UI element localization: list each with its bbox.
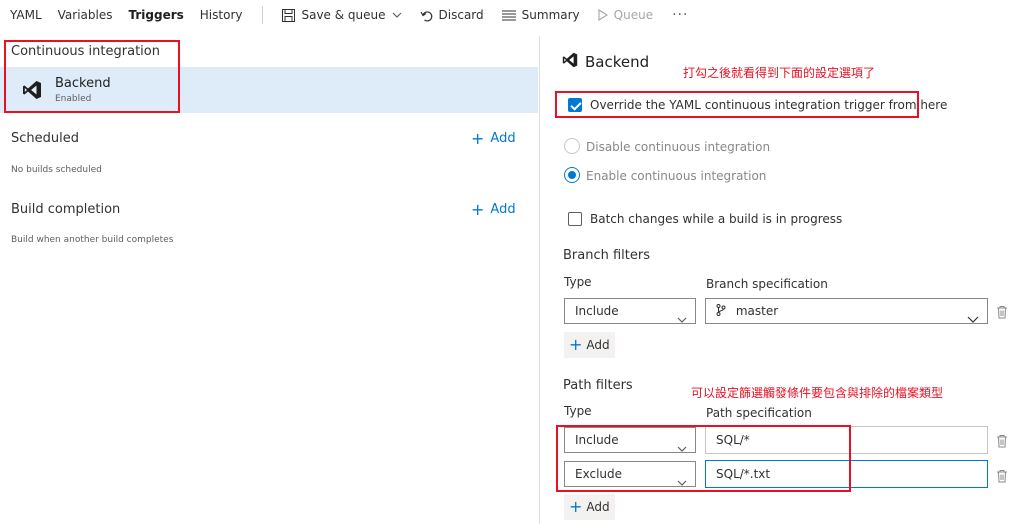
- branch-type-value: Include: [575, 304, 619, 318]
- annotation-text-top: 打勾之後就看得到下面的設定選項了: [683, 66, 876, 80]
- add-schedule-button[interactable]: + Add: [471, 129, 516, 148]
- build-completion-sub-text: Build when another build completes: [11, 235, 174, 245]
- plus-icon: +: [569, 497, 583, 516]
- path-type-header: Type: [564, 404, 592, 418]
- tab-variables[interactable]: Variables: [50, 0, 121, 30]
- path-spec-header: Path specification: [706, 406, 812, 420]
- branch-spec-header: Branch specification: [706, 277, 828, 291]
- add-path-filter-button[interactable]: + Add: [564, 494, 615, 520]
- queue-button[interactable]: Queue: [589, 0, 662, 30]
- save-icon: [282, 8, 296, 22]
- disable-ci-label: Disable continuous integration: [586, 140, 771, 154]
- annotation-box-override: [555, 91, 919, 118]
- batch-changes-checkbox[interactable]: [568, 212, 582, 226]
- annotation-box-path-filters: [556, 425, 851, 492]
- disable-ci-radio[interactable]: [564, 138, 580, 154]
- batch-changes-label[interactable]: Batch changes while a build is in progre…: [590, 212, 842, 226]
- chevron-down-icon: [392, 12, 402, 18]
- scheduled-section-title: Scheduled: [11, 131, 79, 146]
- build-completion-section-title: Build completion: [11, 202, 121, 217]
- delete-path-filter-icon[interactable]: [996, 433, 1010, 449]
- add-path-filter-label: Add: [586, 500, 610, 514]
- triggers-list-panel: Continuous integration Backend Enabled S…: [0, 36, 538, 524]
- panel-title: Backend: [585, 53, 650, 71]
- add-build-completion-button[interactable]: + Add: [471, 200, 516, 219]
- branch-type-dropdown[interactable]: Include: [564, 298, 696, 324]
- trigger-settings-panel: Backend 打勾之後就看得到下面的設定選項了 Override the YA…: [539, 36, 1024, 524]
- tab-triggers[interactable]: Triggers: [121, 0, 192, 30]
- plus-icon: +: [471, 129, 485, 148]
- branch-spec-value: master: [735, 304, 779, 318]
- add-branch-filter-label: Add: [586, 338, 610, 352]
- branch-filters-title: Branch filters: [563, 248, 651, 263]
- plus-icon: +: [569, 335, 583, 354]
- queue-label: Queue: [613, 8, 654, 22]
- annotation-box-ci: [4, 40, 180, 113]
- summary-label: Summary: [521, 8, 580, 22]
- top-bar: YAML Variables Triggers History Save & q…: [0, 0, 1024, 30]
- enable-ci-label: Enable continuous integration: [586, 169, 767, 183]
- discard-button[interactable]: Discard: [411, 0, 493, 30]
- save-queue-label: Save & queue: [301, 8, 386, 22]
- discard-label: Discard: [438, 8, 484, 22]
- add-branch-filter-button[interactable]: + Add: [564, 332, 615, 358]
- enable-ci-radio[interactable]: [564, 167, 580, 183]
- add-build-completion-label: Add: [490, 202, 516, 217]
- undo-icon: [420, 9, 433, 22]
- chevron-down-icon: [967, 307, 979, 331]
- delete-path-filter-icon[interactable]: [996, 468, 1010, 484]
- plus-icon: +: [471, 200, 485, 219]
- path-filters-title: Path filters: [563, 378, 633, 393]
- delete-branch-filter-icon[interactable]: [996, 304, 1010, 320]
- add-schedule-label: Add: [490, 131, 516, 146]
- branch-spec-dropdown[interactable]: master: [705, 298, 988, 324]
- chevron-down-icon: [677, 307, 687, 331]
- tab-yaml[interactable]: YAML: [0, 0, 50, 30]
- summary-button[interactable]: Summary: [493, 0, 589, 30]
- branch-icon: [716, 300, 726, 324]
- list-icon: [501, 10, 516, 21]
- scheduled-empty-text: No builds scheduled: [11, 165, 102, 175]
- tab-history[interactable]: History: [192, 0, 251, 30]
- visual-studio-logo-icon: [562, 52, 578, 68]
- annotation-text-path: 可以設定篩選觸發條件要包含與排除的檔案類型: [691, 386, 944, 400]
- more-options-icon[interactable]: ···: [662, 7, 698, 23]
- save-queue-button[interactable]: Save & queue: [273, 0, 410, 30]
- play-icon: [598, 9, 608, 21]
- toolbar-divider: [262, 6, 264, 24]
- branch-type-header: Type: [564, 275, 592, 289]
